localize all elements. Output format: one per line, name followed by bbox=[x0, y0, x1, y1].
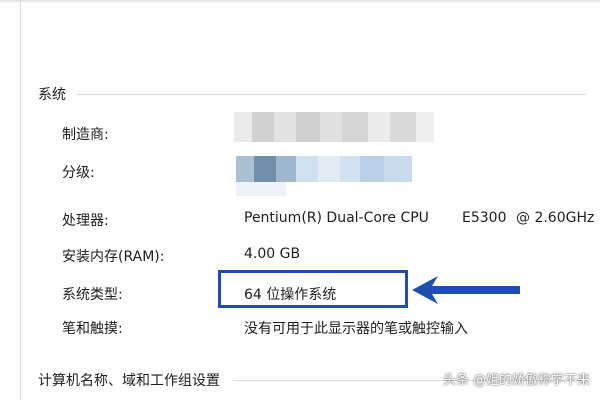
processor-model: E5300 bbox=[462, 210, 507, 226]
system-type-label: 系统类型: bbox=[62, 287, 123, 303]
highlight-box bbox=[218, 270, 408, 308]
watermark-text: 头条 @姐的娇傲称学不来 bbox=[442, 373, 590, 388]
window-top-border bbox=[0, 0, 600, 2]
section-divider-system bbox=[76, 94, 586, 95]
section-title-computer-name: 计算机名称、域和工作组设置 bbox=[38, 373, 220, 389]
ram-label: 安装内存(RAM): bbox=[62, 249, 165, 265]
pen-touch-label: 笔和触摸: bbox=[62, 321, 123, 337]
section-title-system: 系统 bbox=[38, 87, 66, 103]
ram-value: 4.00 GB bbox=[244, 246, 301, 262]
rating-label: 分级: bbox=[62, 165, 95, 181]
pen-touch-value: 没有可用于此显示器的笔或触控输入 bbox=[244, 321, 468, 337]
processor-name: Pentium(R) Dual-Core CPU bbox=[244, 210, 429, 226]
left-arrow-icon bbox=[412, 276, 520, 304]
panel-left-border bbox=[20, 0, 21, 400]
manufacturer-label: 制造商: bbox=[62, 127, 109, 143]
processor-speed: @ 2.60GHz bbox=[516, 210, 595, 226]
processor-label: 处理器: bbox=[62, 213, 109, 229]
